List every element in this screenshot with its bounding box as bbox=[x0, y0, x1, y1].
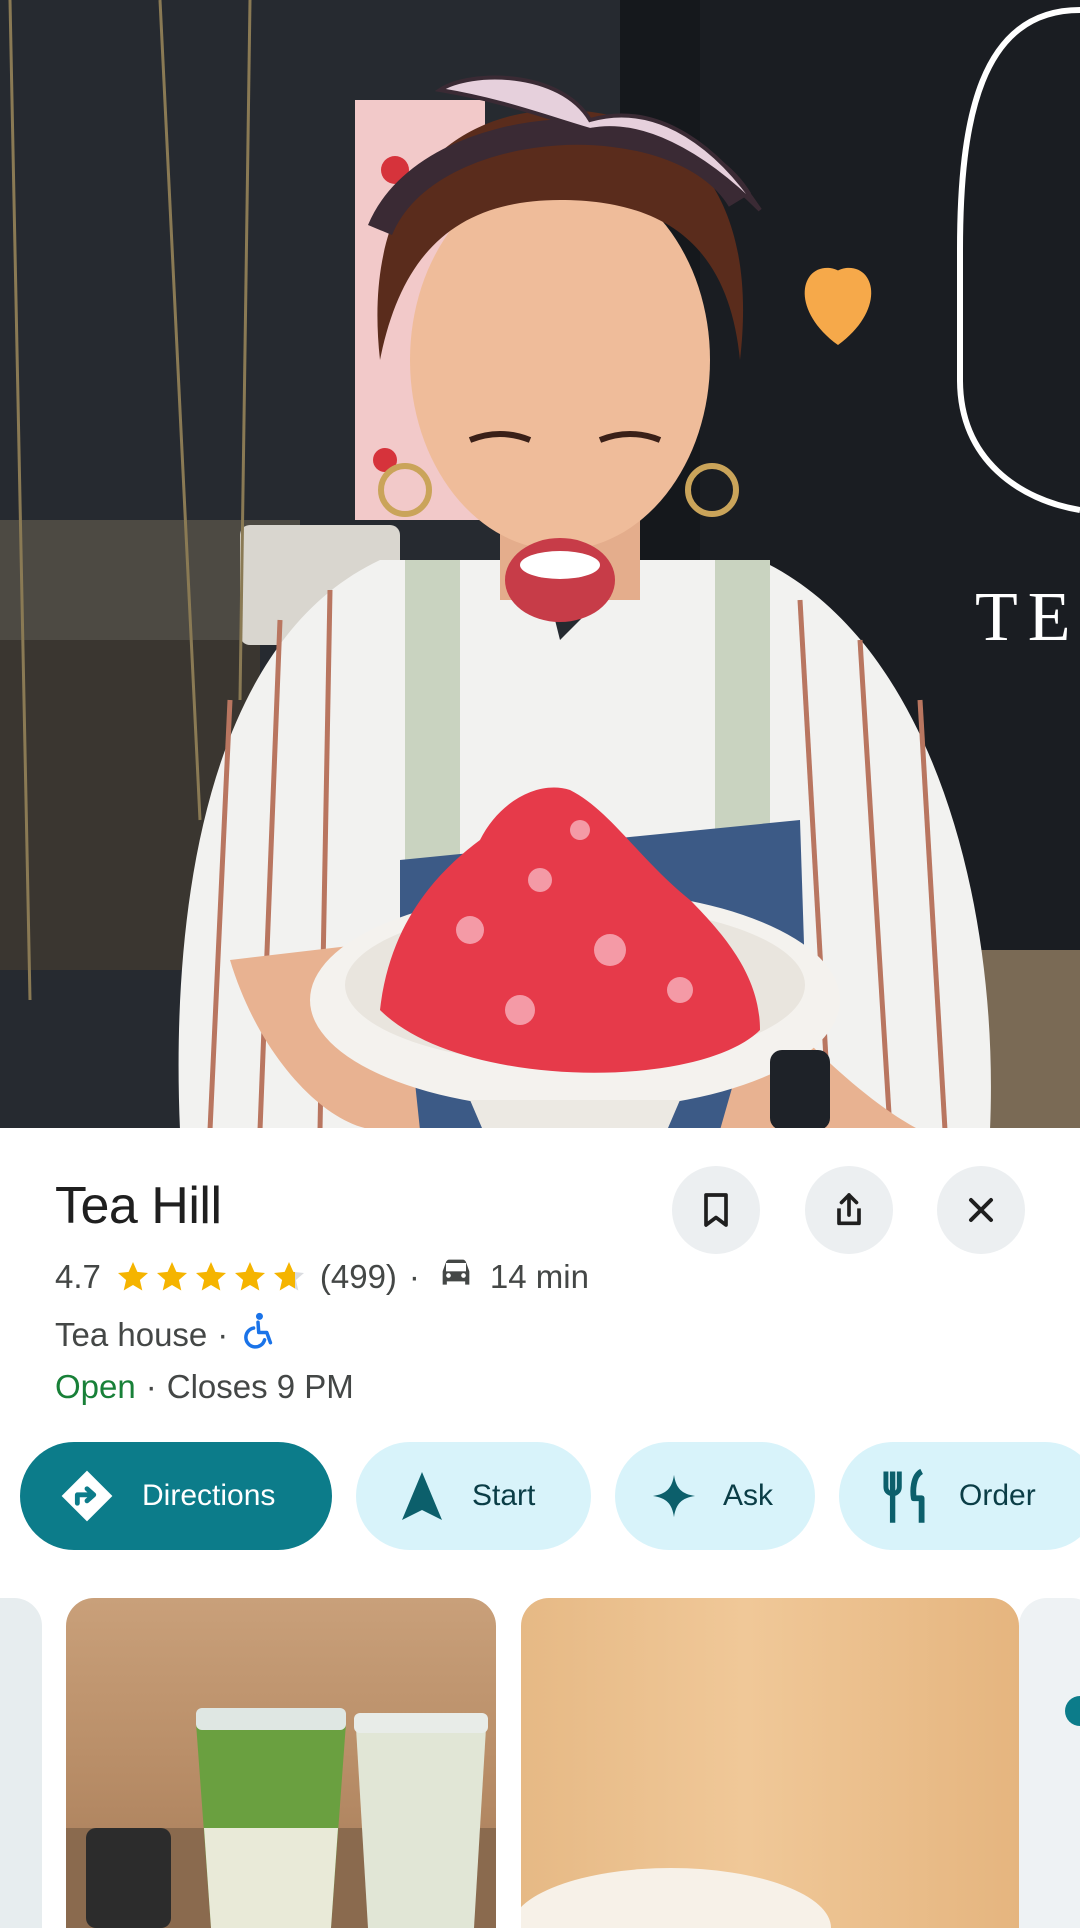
star-icon bbox=[273, 1262, 304, 1291]
order-button[interactable]: Order bbox=[839, 1442, 1080, 1550]
directions-label: Directions bbox=[142, 1479, 276, 1512]
hero-photo-illustration: TE bbox=[0, 0, 1080, 1130]
bookmark-icon bbox=[704, 1193, 728, 1227]
close-button[interactable] bbox=[937, 1166, 1025, 1254]
open-status: Open bbox=[55, 1368, 136, 1405]
star-icon bbox=[234, 1262, 265, 1291]
category: Tea house bbox=[55, 1316, 208, 1353]
review-count[interactable]: (499) bbox=[320, 1258, 397, 1296]
directions-button[interactable]: Directions bbox=[20, 1442, 332, 1550]
ask-label: Ask bbox=[723, 1479, 774, 1512]
start-label: Start bbox=[472, 1479, 536, 1512]
fork-knife-icon bbox=[883, 1468, 925, 1523]
directions-icon bbox=[61, 1470, 113, 1522]
rating-row: 4.7 (499) · 14 min bbox=[55, 1256, 589, 1298]
photo-thumbnail[interactable] bbox=[66, 1598, 496, 1928]
order-label: Order bbox=[959, 1479, 1036, 1512]
ask-button[interactable]: Ask bbox=[615, 1442, 815, 1550]
star-icon bbox=[195, 1262, 226, 1291]
food-photo bbox=[521, 1868, 831, 1928]
more-info-card[interactable] bbox=[1019, 1598, 1080, 1928]
close-icon bbox=[969, 1198, 993, 1222]
save-button[interactable] bbox=[672, 1166, 760, 1254]
share-icon bbox=[837, 1193, 861, 1226]
star-rating[interactable] bbox=[115, 1259, 310, 1295]
closing-time: Closes 9 PM bbox=[166, 1368, 354, 1405]
share-button[interactable] bbox=[805, 1166, 893, 1254]
rating-value: 4.7 bbox=[55, 1258, 101, 1295]
info-dot-icon bbox=[1065, 1696, 1080, 1726]
star-icon bbox=[156, 1262, 187, 1291]
photo-thumbnail[interactable] bbox=[0, 1598, 42, 1928]
navigation-arrow-icon bbox=[402, 1472, 442, 1520]
category-row: Tea house · bbox=[55, 1312, 276, 1358]
separator: · bbox=[408, 1258, 420, 1295]
star-icon bbox=[117, 1262, 148, 1291]
drinks-photo bbox=[66, 1708, 496, 1928]
start-button[interactable]: Start bbox=[356, 1442, 591, 1550]
separator: · bbox=[145, 1368, 157, 1405]
hero-photo[interactable]: TE bbox=[0, 0, 1080, 1130]
drive-time[interactable]: 14 min bbox=[490, 1258, 589, 1296]
separator: · bbox=[217, 1316, 229, 1353]
place-title[interactable]: Tea Hill bbox=[55, 1176, 222, 1236]
hours-row[interactable]: Open · Closes 9 PM bbox=[55, 1368, 354, 1406]
svg-text:TE: TE bbox=[975, 579, 1080, 656]
wheelchair-icon[interactable] bbox=[228, 1312, 276, 1358]
photo-thumbnail[interactable] bbox=[521, 1598, 1019, 1928]
car-icon bbox=[432, 1256, 490, 1298]
place-sheet: Tea Hill 4.7 (499) · 14 min Tea house · … bbox=[0, 1128, 1080, 1928]
sparkle-icon bbox=[652, 1474, 696, 1518]
